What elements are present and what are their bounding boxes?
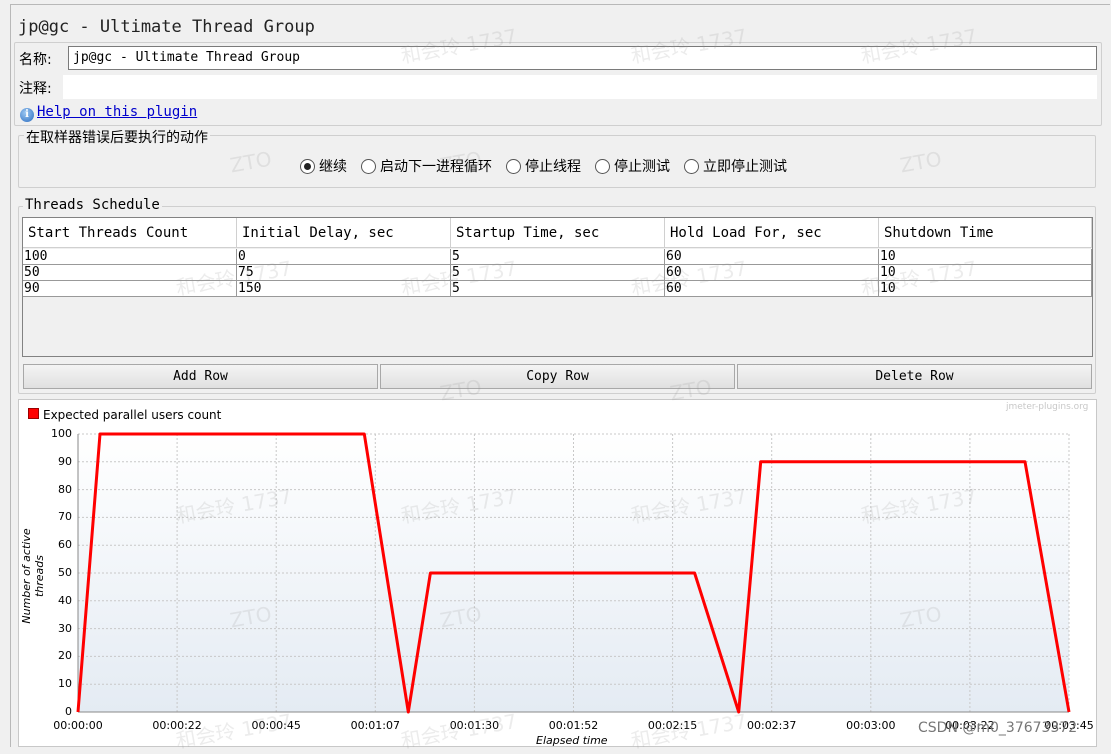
y-tick-label: 0 — [65, 705, 72, 718]
y-tick-label: 70 — [58, 510, 72, 524]
y-tick-label: 20 — [58, 649, 72, 663]
x-axis-label: Elapsed time — [536, 734, 608, 747]
y-tick-label: 80 — [58, 482, 72, 496]
x-tick-label: 00:03:00 — [846, 719, 896, 732]
y-tick-label: 50 — [58, 566, 72, 579]
x-tick-label: 00:00:00 — [53, 719, 103, 732]
csdn-watermark: CSDN @m0_37673372 — [918, 720, 1078, 736]
y-tick-label: 30 — [58, 621, 72, 635]
y-tick-label: 40 — [58, 593, 72, 607]
y-axis-label: Number of active threads — [20, 528, 46, 624]
y-tick-label: 60 — [58, 538, 72, 552]
users-chart — [76, 432, 1071, 714]
y-tick-label: 10 — [58, 677, 72, 691]
x-tick-label: 00:01:07 — [350, 719, 400, 732]
x-tick-label: 00:01:52 — [548, 719, 599, 732]
y-tick-label: 100 — [51, 427, 72, 440]
x-tick-label: 00:02:37 — [746, 719, 797, 732]
y-tick-label: 90 — [58, 454, 72, 468]
